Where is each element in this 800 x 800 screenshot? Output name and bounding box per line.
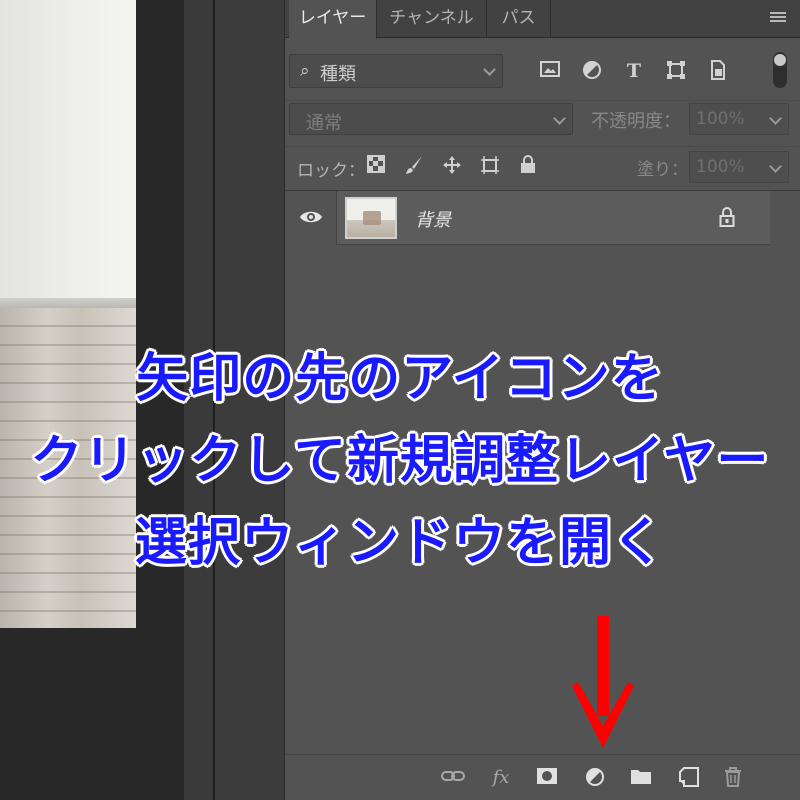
caption-line-3: 選択ウィンドウを開く — [134, 513, 665, 573]
lock-icon[interactable] — [719, 207, 735, 227]
image-filter-icon[interactable] — [539, 60, 561, 82]
blend-mode-value: 通常 — [306, 113, 342, 134]
red-arrow-annotation — [572, 616, 634, 748]
lock-label: ロック： — [297, 161, 365, 181]
fill-field[interactable]: 100% — [689, 151, 789, 183]
search-icon: ⌕ — [300, 61, 310, 81]
instruction-caption: 矢印の先のアイコンを クリックして新規調整レイヤー 選択ウィンドウを開く — [0, 338, 800, 584]
lock-position-icon[interactable] — [441, 155, 463, 177]
room-wall — [0, 0, 136, 305]
layer-name[interactable]: 背景 — [415, 206, 451, 232]
caption-line-1: 矢印の先のアイコンを — [136, 349, 664, 409]
fx-icon[interactable]: fx — [489, 767, 513, 789]
opacity-field[interactable]: 100% — [689, 103, 789, 135]
type-filter-icon[interactable]: T — [623, 60, 645, 82]
layers-bottom-toolbar: fx — [285, 754, 800, 800]
room-baseboard — [0, 298, 136, 308]
delete-layer-icon[interactable] — [721, 767, 745, 789]
fill-label: 塗り： — [637, 160, 688, 180]
chevron-down-icon — [553, 112, 566, 125]
lock-all-icon[interactable] — [517, 155, 539, 177]
tab-layers[interactable]: レイヤー — [289, 0, 377, 39]
filter-toggle-knob — [774, 54, 786, 66]
caption-line-2: クリックして新規調整レイヤー — [30, 431, 770, 491]
chevron-down-icon — [483, 63, 496, 76]
blend-mode-select[interactable]: 通常 — [289, 103, 573, 135]
chevron-down-icon — [769, 160, 782, 173]
link-layers-icon[interactable] — [441, 767, 465, 789]
new-group-icon[interactable] — [629, 767, 653, 789]
chevron-down-icon — [769, 112, 782, 125]
lock-row: ロック： 塗り： 100% — [285, 146, 800, 186]
add-mask-icon[interactable] — [535, 767, 559, 789]
adjustment-filter-icon[interactable] — [581, 60, 603, 82]
eye-icon — [300, 211, 322, 223]
new-layer-icon[interactable] — [677, 767, 701, 789]
opacity-value: 100% — [696, 109, 745, 129]
new-adjustment-layer-icon[interactable] — [583, 767, 607, 789]
tab-channels[interactable]: チャンネル — [377, 0, 487, 38]
filter-toggle[interactable] — [773, 52, 787, 88]
lock-transparent-pixels-icon[interactable] — [365, 155, 387, 177]
visibility-toggle[interactable] — [285, 191, 337, 245]
filter-kind-label: 種類 — [320, 64, 356, 85]
shape-filter-icon[interactable] — [665, 60, 687, 82]
layer-row-background[interactable]: 背景 — [285, 191, 770, 245]
blend-mode-row: 通常 不透明度： 100% — [285, 100, 800, 138]
layer-thumbnail[interactable] — [345, 197, 397, 239]
fill-value: 100% — [696, 157, 745, 177]
thumbnail-furniture — [363, 211, 381, 225]
lock-artboard-icon[interactable] — [479, 155, 501, 177]
panel-tab-bar: レイヤー チャンネル パス — [285, 0, 800, 39]
smart-object-filter-icon[interactable] — [707, 60, 729, 82]
lock-image-pixels-icon[interactable] — [403, 155, 425, 177]
filter-kind-select[interactable]: ⌕ 種類 — [289, 54, 503, 88]
opacity-label: 不透明度： — [591, 111, 681, 132]
panel-menu-icon[interactable] — [770, 12, 786, 26]
tab-paths[interactable]: パス — [487, 0, 551, 38]
layer-filter-row: ⌕ 種類 T — [285, 52, 800, 92]
